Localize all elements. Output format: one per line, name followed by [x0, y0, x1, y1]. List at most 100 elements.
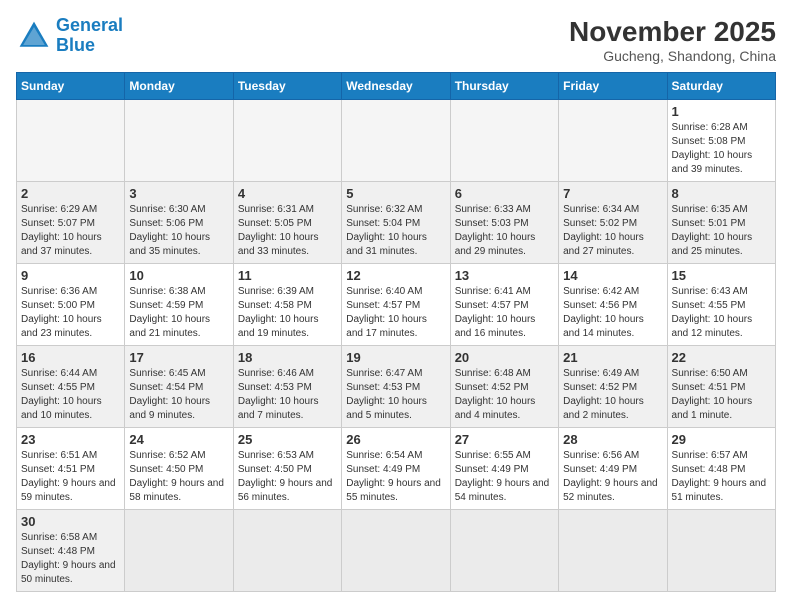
day-number: 14: [563, 268, 662, 283]
day-number: 30: [21, 514, 120, 529]
calendar-cell: 2 Sunrise: 6:29 AMSunset: 5:07 PMDaylight…: [17, 182, 125, 264]
day-number: 5: [346, 186, 445, 201]
day-info: Sunrise: 6:55 AMSunset: 4:49 PMDaylight:…: [455, 449, 554, 505]
calendar-cell: [667, 510, 775, 592]
day-info: Sunrise: 6:50 AMSunset: 4:51 PMDaylight:…: [672, 367, 771, 423]
day-info: Sunrise: 6:48 AMSunset: 4:52 PMDaylight:…: [455, 367, 554, 423]
day-info: Sunrise: 6:30 AMSunset: 5:06 PMDaylight:…: [129, 203, 228, 259]
calendar-table: SundayMondayTuesdayWednesdayThursdayFrid…: [16, 72, 776, 592]
day-info: Sunrise: 6:44 AMSunset: 4:55 PMDaylight:…: [21, 367, 120, 423]
day-number: 8: [672, 186, 771, 201]
day-number: 6: [455, 186, 554, 201]
day-info: Sunrise: 6:35 AMSunset: 5:01 PMDaylight:…: [672, 203, 771, 259]
day-number: 22: [672, 350, 771, 365]
day-info: Sunrise: 6:31 AMSunset: 5:05 PMDaylight:…: [238, 203, 337, 259]
calendar-cell: 13Sunrise: 6:41 AMSunset: 4:57 PMDayligh…: [450, 264, 558, 346]
day-info: Sunrise: 6:33 AMSunset: 5:03 PMDaylight:…: [455, 203, 554, 259]
calendar-cell: [125, 510, 233, 592]
day-number: 25: [238, 432, 337, 447]
calendar-cell: 17 Sunrise: 6:45 AMSunset: 4:54 PMDayligh…: [125, 346, 233, 428]
day-info: Sunrise: 6:49 AMSunset: 4:52 PMDaylight:…: [563, 367, 662, 423]
day-info: Sunrise: 6:43 AMSunset: 4:55 PMDaylight:…: [672, 285, 771, 341]
day-info: Sunrise: 6:52 AMSunset: 4:50 PMDaylight:…: [129, 449, 228, 505]
calendar-cell: [450, 510, 558, 592]
day-info: Sunrise: 6:36 AMSunset: 5:00 PMDaylight:…: [21, 285, 120, 341]
day-info: Sunrise: 6:42 AMSunset: 4:56 PMDaylight:…: [563, 285, 662, 341]
day-number: 3: [129, 186, 228, 201]
day-number: 20: [455, 350, 554, 365]
calendar-cell: 3 Sunrise: 6:30 AMSunset: 5:06 PMDaylight…: [125, 182, 233, 264]
day-info: Sunrise: 6:45 AMSunset: 4:54 PMDaylight:…: [129, 367, 228, 423]
weekday-header-saturday: Saturday: [667, 73, 775, 100]
calendar-cell: [125, 100, 233, 182]
day-number: 21: [563, 350, 662, 365]
day-info: Sunrise: 6:34 AMSunset: 5:02 PMDaylight:…: [563, 203, 662, 259]
day-info: Sunrise: 6:40 AMSunset: 4:57 PMDaylight:…: [346, 285, 445, 341]
day-number: 28: [563, 432, 662, 447]
calendar-cell: [233, 100, 341, 182]
weekday-header-row: SundayMondayTuesdayWednesdayThursdayFrid…: [17, 73, 776, 100]
calendar-row-2: 9 Sunrise: 6:36 AMSunset: 5:00 PMDaylight…: [17, 264, 776, 346]
calendar-cell: 28 Sunrise: 6:56 AMSunset: 4:49 PMDayligh…: [559, 428, 667, 510]
page-header: General Blue November 2025 Gucheng, Shan…: [16, 16, 776, 64]
day-number: 24: [129, 432, 228, 447]
day-number: 17: [129, 350, 228, 365]
calendar-cell: 15 Sunrise: 6:43 AMSunset: 4:55 PMDayligh…: [667, 264, 775, 346]
calendar-cell: [342, 510, 450, 592]
day-info: Sunrise: 6:53 AMSunset: 4:50 PMDaylight:…: [238, 449, 337, 505]
day-number: 19: [346, 350, 445, 365]
calendar-row-0: 1Sunrise: 6:28 AMSunset: 5:08 PMDaylight…: [17, 100, 776, 182]
calendar-cell: 22 Sunrise: 6:50 AMSunset: 4:51 PMDayligh…: [667, 346, 775, 428]
calendar-cell: 11 Sunrise: 6:39 AMSunset: 4:58 PMDayligh…: [233, 264, 341, 346]
day-info: Sunrise: 6:47 AMSunset: 4:53 PMDaylight:…: [346, 367, 445, 423]
day-info: Sunrise: 6:51 AMSunset: 4:51 PMDaylight:…: [21, 449, 120, 505]
calendar-cell: [233, 510, 341, 592]
calendar-cell: 23Sunrise: 6:51 AMSunset: 4:51 PMDayligh…: [17, 428, 125, 510]
calendar-cell: 29Sunrise: 6:57 AMSunset: 4:48 PMDayligh…: [667, 428, 775, 510]
calendar-row-3: 16Sunrise: 6:44 AMSunset: 4:55 PMDayligh…: [17, 346, 776, 428]
calendar-row-4: 23Sunrise: 6:51 AMSunset: 4:51 PMDayligh…: [17, 428, 776, 510]
day-info: Sunrise: 6:54 AMSunset: 4:49 PMDaylight:…: [346, 449, 445, 505]
calendar-title: November 2025 Gucheng, Shandong, China: [569, 16, 776, 64]
calendar-cell: 26Sunrise: 6:54 AMSunset: 4:49 PMDayligh…: [342, 428, 450, 510]
calendar-cell: 10Sunrise: 6:38 AMSunset: 4:59 PMDayligh…: [125, 264, 233, 346]
weekday-header-tuesday: Tuesday: [233, 73, 341, 100]
calendar-cell: 8 Sunrise: 6:35 AMSunset: 5:01 PMDaylight…: [667, 182, 775, 264]
logo: General Blue: [16, 16, 123, 56]
day-number: 1: [672, 104, 771, 119]
month-year-heading: November 2025: [569, 16, 776, 48]
weekday-header-monday: Monday: [125, 73, 233, 100]
calendar-cell: 4 Sunrise: 6:31 AMSunset: 5:05 PMDaylight…: [233, 182, 341, 264]
day-number: 27: [455, 432, 554, 447]
logo-text: General Blue: [56, 16, 123, 56]
logo-blue: Blue: [56, 35, 95, 55]
day-info: Sunrise: 6:39 AMSunset: 4:58 PMDaylight:…: [238, 285, 337, 341]
day-number: 12: [346, 268, 445, 283]
day-number: 7: [563, 186, 662, 201]
day-number: 11: [238, 268, 337, 283]
calendar-cell: 18 Sunrise: 6:46 AMSunset: 4:53 PMDayligh…: [233, 346, 341, 428]
day-info: Sunrise: 6:46 AMSunset: 4:53 PMDaylight:…: [238, 367, 337, 423]
day-info: Sunrise: 6:32 AMSunset: 5:04 PMDaylight:…: [346, 203, 445, 259]
logo-general: General: [56, 15, 123, 35]
calendar-cell: 16Sunrise: 6:44 AMSunset: 4:55 PMDayligh…: [17, 346, 125, 428]
calendar-row-5: 30 Sunrise: 6:58 AMSunset: 4:48 PMDayligh…: [17, 510, 776, 592]
day-info: Sunrise: 6:38 AMSunset: 4:59 PMDaylight:…: [129, 285, 228, 341]
day-info: Sunrise: 6:56 AMSunset: 4:49 PMDaylight:…: [563, 449, 662, 505]
weekday-header-wednesday: Wednesday: [342, 73, 450, 100]
calendar-row-1: 2 Sunrise: 6:29 AMSunset: 5:07 PMDaylight…: [17, 182, 776, 264]
day-number: 4: [238, 186, 337, 201]
calendar-cell: 25 Sunrise: 6:53 AMSunset: 4:50 PMDayligh…: [233, 428, 341, 510]
day-number: 15: [672, 268, 771, 283]
weekday-header-thursday: Thursday: [450, 73, 558, 100]
weekday-header-friday: Friday: [559, 73, 667, 100]
day-number: 18: [238, 350, 337, 365]
day-number: 13: [455, 268, 554, 283]
calendar-cell: [342, 100, 450, 182]
day-info: Sunrise: 6:58 AMSunset: 4:48 PMDaylight:…: [21, 531, 120, 587]
day-number: 9: [21, 268, 120, 283]
calendar-cell: [559, 510, 667, 592]
day-number: 2: [21, 186, 120, 201]
day-info: Sunrise: 6:29 AMSunset: 5:07 PMDaylight:…: [21, 203, 120, 259]
calendar-cell: [17, 100, 125, 182]
